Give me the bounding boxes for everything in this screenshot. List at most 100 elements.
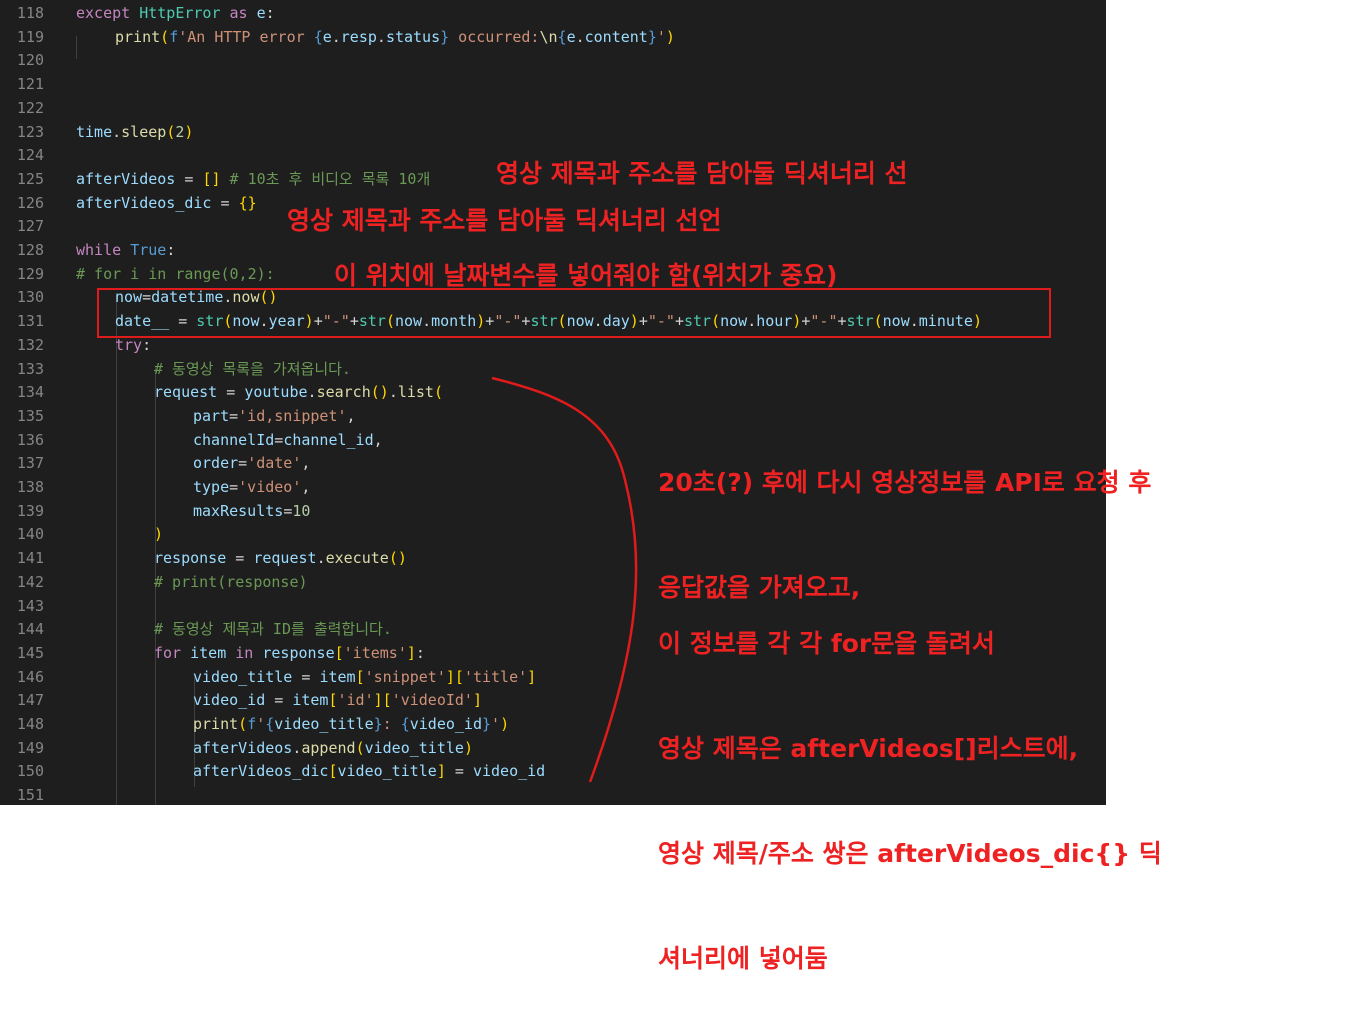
- code-token: afterVideos_dic: [76, 193, 212, 212]
- code-token: occurred:: [449, 27, 540, 46]
- code-token: ][: [373, 691, 392, 710]
- code-token: [: [328, 691, 338, 710]
- code-token: }: [440, 27, 450, 46]
- code-text: print(f'An HTTP error {e.resp.status} oc…: [115, 26, 675, 50]
- code-token: :: [265, 4, 275, 22]
- code-token: {}: [238, 193, 257, 212]
- annotation-date-note: 이 위치에 날짜변수를 넣어줘야 함(위치가 중요): [334, 261, 838, 290]
- code-token: [: [334, 643, 344, 662]
- code-line[interactable]: 119 print(f'An HTTP error {e.resp.status}…: [0, 26, 1106, 50]
- code-token: request: [154, 383, 218, 402]
- code-token: =: [211, 193, 239, 212]
- code-text: for item in response['items']:: [154, 642, 425, 666]
- annotation-for-loop-note: 이 정보를 각 각 for문을 돌려서 영상 제목은 afterVideos[]…: [658, 556, 1162, 1011]
- code-line[interactable]: 122: [0, 97, 1106, 121]
- code-token: time: [76, 122, 113, 141]
- code-token: ]: [406, 643, 416, 662]
- code-token: print: [193, 715, 239, 733]
- code-token: HttpError: [139, 4, 221, 22]
- code-text: request = youtube.search().list(: [154, 381, 443, 405]
- code-token: =: [292, 667, 320, 686]
- code-token: for: [154, 643, 191, 662]
- line-number: 128: [16, 241, 44, 259]
- annotation-line: 이 정보를 각 각 for문을 돌려서: [658, 629, 995, 658]
- line-number: 143: [16, 596, 44, 615]
- code-token: order: [193, 454, 239, 473]
- code-token: =: [283, 501, 293, 520]
- code-token: {: [265, 715, 275, 733]
- code-token: # 동영상 제목과 ID를 출력합니다.: [154, 620, 392, 639]
- code-token: ,: [301, 478, 311, 496]
- code-text: # 동영상 제목과 ID를 출력합니다.: [154, 618, 392, 642]
- code-token: [: [328, 762, 338, 781]
- line-number: 126: [16, 193, 44, 212]
- code-token: content: [584, 27, 648, 46]
- line-number: 151: [16, 786, 44, 805]
- code-token: ,: [346, 406, 356, 425]
- code-token: :: [166, 241, 176, 259]
- code-token: ': [491, 715, 501, 733]
- code-token: item: [190, 643, 227, 662]
- line-number: 130: [16, 288, 44, 307]
- line-number: 145: [16, 643, 44, 662]
- line-number: 124: [16, 146, 44, 165]
- code-token: 'id': [337, 691, 374, 710]
- code-token: execute: [325, 549, 389, 568]
- code-token: .: [376, 27, 386, 46]
- line-number: 119: [16, 27, 44, 46]
- line-number: 138: [16, 478, 44, 496]
- code-token: afterVideos: [76, 169, 176, 188]
- code-token: 'video': [238, 478, 302, 496]
- code-line[interactable]: 133 # 동영상 목록을 가져옵니다.: [0, 358, 1106, 382]
- code-line[interactable]: 120: [0, 49, 1106, 73]
- line-number: 129: [16, 264, 44, 283]
- code-line[interactable]: 123 time.sleep(2): [0, 121, 1106, 145]
- code-token: }: [647, 27, 657, 46]
- code-text: while True:: [76, 239, 175, 263]
- line-number: 127: [16, 217, 44, 236]
- code-token: .: [316, 549, 326, 568]
- code-token: .: [331, 27, 341, 46]
- line-number: 140: [16, 525, 44, 544]
- line-number: 123: [16, 122, 44, 141]
- code-token: ,: [373, 430, 383, 449]
- code-text: video_title = item['snippet']['title']: [193, 666, 536, 690]
- code-text: afterVideos_dic = {}: [76, 192, 257, 216]
- code-token: :: [382, 715, 401, 733]
- code-token: channel_id: [283, 430, 374, 449]
- code-text: part='id,snippet',: [193, 405, 356, 429]
- line-number: 135: [16, 406, 44, 425]
- code-token: maxResults: [193, 501, 284, 520]
- code-token: video_title: [274, 715, 374, 733]
- code-token: =: [229, 478, 239, 496]
- code-line[interactable]: 118 except HttpError as e:: [0, 2, 1106, 26]
- code-text: # 동영상 목록을 가져옵니다.: [154, 358, 351, 382]
- code-token: # 동영상 목록을 가져옵니다.: [154, 359, 351, 378]
- line-number: 120: [16, 51, 44, 70]
- code-token: youtube: [244, 383, 308, 402]
- line-number: 149: [16, 738, 44, 757]
- code-token: ][: [445, 667, 464, 686]
- code-token: video_id: [193, 691, 266, 710]
- code-token: }: [373, 715, 383, 733]
- code-token: search: [316, 383, 371, 402]
- code-token: try: [115, 335, 143, 354]
- code-text: afterVideos = [] # 10초 후 비디오 목록 10개: [76, 168, 430, 192]
- code-token: ): [184, 122, 194, 141]
- code-token: 10: [292, 501, 311, 520]
- code-token: video_title: [193, 667, 293, 686]
- code-text: print(f'{video_title}: {video_id}'): [193, 713, 509, 737]
- code-token: ): [154, 525, 164, 544]
- code-text: afterVideos.append(video_title): [193, 737, 473, 761]
- code-line[interactable]: 121: [0, 73, 1106, 97]
- line-number: 122: [16, 98, 44, 117]
- line-number: 121: [16, 75, 44, 94]
- line-number: 144: [16, 620, 44, 639]
- code-token: e: [322, 27, 332, 46]
- code-token: =: [229, 406, 239, 425]
- code-text: response = request.execute(): [154, 547, 407, 571]
- code-token: [: [355, 667, 365, 686]
- code-token: ,: [301, 454, 311, 473]
- line-number: 132: [16, 335, 44, 354]
- code-token: =: [175, 169, 203, 188]
